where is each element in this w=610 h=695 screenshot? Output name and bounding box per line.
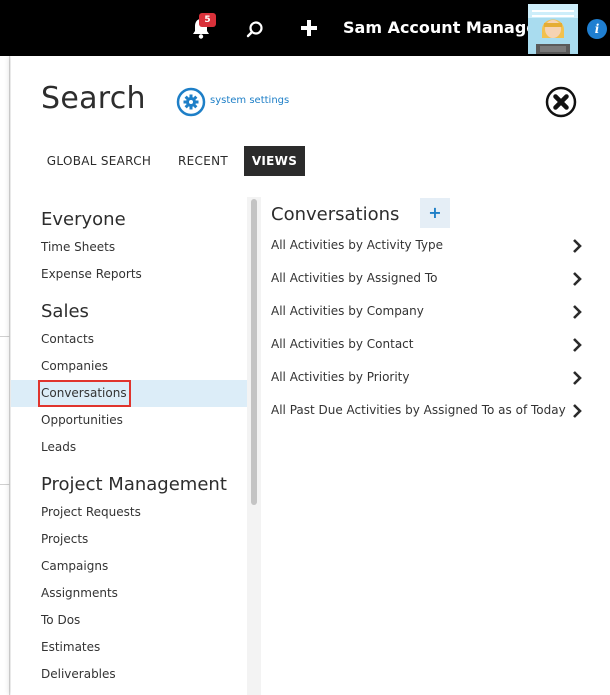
category-item-estimates[interactable]: Estimates xyxy=(11,634,247,661)
notification-badge: 5 xyxy=(199,13,216,27)
category-item-deliverables[interactable]: Deliverables xyxy=(11,661,247,688)
background-page xyxy=(0,56,10,695)
tab-global-search[interactable]: GLOBAL SEARCH xyxy=(44,146,154,176)
top-navigation-bar: 5 Sam Account Manager i xyxy=(0,0,610,56)
category-item-companies[interactable]: Companies xyxy=(11,353,247,380)
add-view-button[interactable]: + xyxy=(420,198,450,228)
search-icon[interactable] xyxy=(246,20,264,38)
view-item[interactable]: All Activities by Activity Type xyxy=(269,231,582,261)
group-heading-everyone: Everyone xyxy=(41,209,126,230)
page-title: Search xyxy=(41,81,146,116)
tab-recent[interactable]: RECENT xyxy=(171,146,235,176)
category-item-leads[interactable]: Leads xyxy=(11,434,247,461)
group-heading-sales: Sales xyxy=(41,301,89,322)
category-item-assignments[interactable]: Assignments xyxy=(11,580,247,607)
close-icon[interactable] xyxy=(545,86,577,118)
tab-views[interactable]: VIEWS xyxy=(244,146,305,176)
category-list: Everyone Time Sheets Expense Reports Sal… xyxy=(11,197,247,695)
category-item-project-requests[interactable]: Project Requests xyxy=(11,499,247,526)
chevron-right-icon xyxy=(573,404,582,418)
view-item-label: All Activities by Activity Type xyxy=(271,238,444,252)
info-icon[interactable]: i xyxy=(587,19,607,39)
view-item-label: All Past Due Activities by Assigned To a… xyxy=(271,403,566,417)
selection-highlight xyxy=(38,380,131,407)
background-divider xyxy=(0,336,10,337)
group-heading-project-management: Project Management xyxy=(41,474,227,495)
view-item[interactable]: All Past Due Activities by Assigned To a… xyxy=(269,396,582,426)
view-item-label: All Activities by Contact xyxy=(271,337,414,351)
category-item-expense-reports[interactable]: Expense Reports xyxy=(11,261,247,288)
chevron-right-icon xyxy=(573,239,582,253)
view-item[interactable]: All Activities by Assigned To xyxy=(269,264,582,294)
views-title: Conversations xyxy=(271,204,400,225)
scrollbar-thumb[interactable] xyxy=(251,199,257,505)
view-item-label: All Activities by Priority xyxy=(271,370,410,384)
search-panel: Search system settings GLOBAL SEARCH REC… xyxy=(11,56,610,695)
category-item-opportunities[interactable]: Opportunities xyxy=(11,407,247,434)
view-item-label: All Activities by Company xyxy=(271,304,424,318)
view-item-label: All Activities by Assigned To xyxy=(271,271,438,285)
view-item[interactable]: All Activities by Contact xyxy=(269,330,582,360)
plus-icon[interactable] xyxy=(300,19,318,37)
view-item[interactable]: All Activities by Priority xyxy=(269,363,582,393)
background-divider xyxy=(0,484,10,485)
user-name[interactable]: Sam Account Manager xyxy=(343,18,545,37)
gear-icon[interactable] xyxy=(176,87,206,117)
category-item-to-dos[interactable]: To Dos xyxy=(11,607,247,634)
category-item-time-sheets[interactable]: Time Sheets xyxy=(11,234,247,261)
system-settings-link[interactable]: system settings xyxy=(210,95,289,106)
chevron-right-icon xyxy=(573,338,582,352)
category-item-projects[interactable]: Projects xyxy=(11,526,247,553)
avatar[interactable] xyxy=(528,4,578,54)
chevron-right-icon xyxy=(573,272,582,286)
category-item-campaigns[interactable]: Campaigns xyxy=(11,553,247,580)
chevron-right-icon xyxy=(573,305,582,319)
category-item-contacts[interactable]: Contacts xyxy=(11,326,247,353)
chevron-right-icon xyxy=(573,371,582,385)
view-item[interactable]: All Activities by Company xyxy=(269,297,582,327)
